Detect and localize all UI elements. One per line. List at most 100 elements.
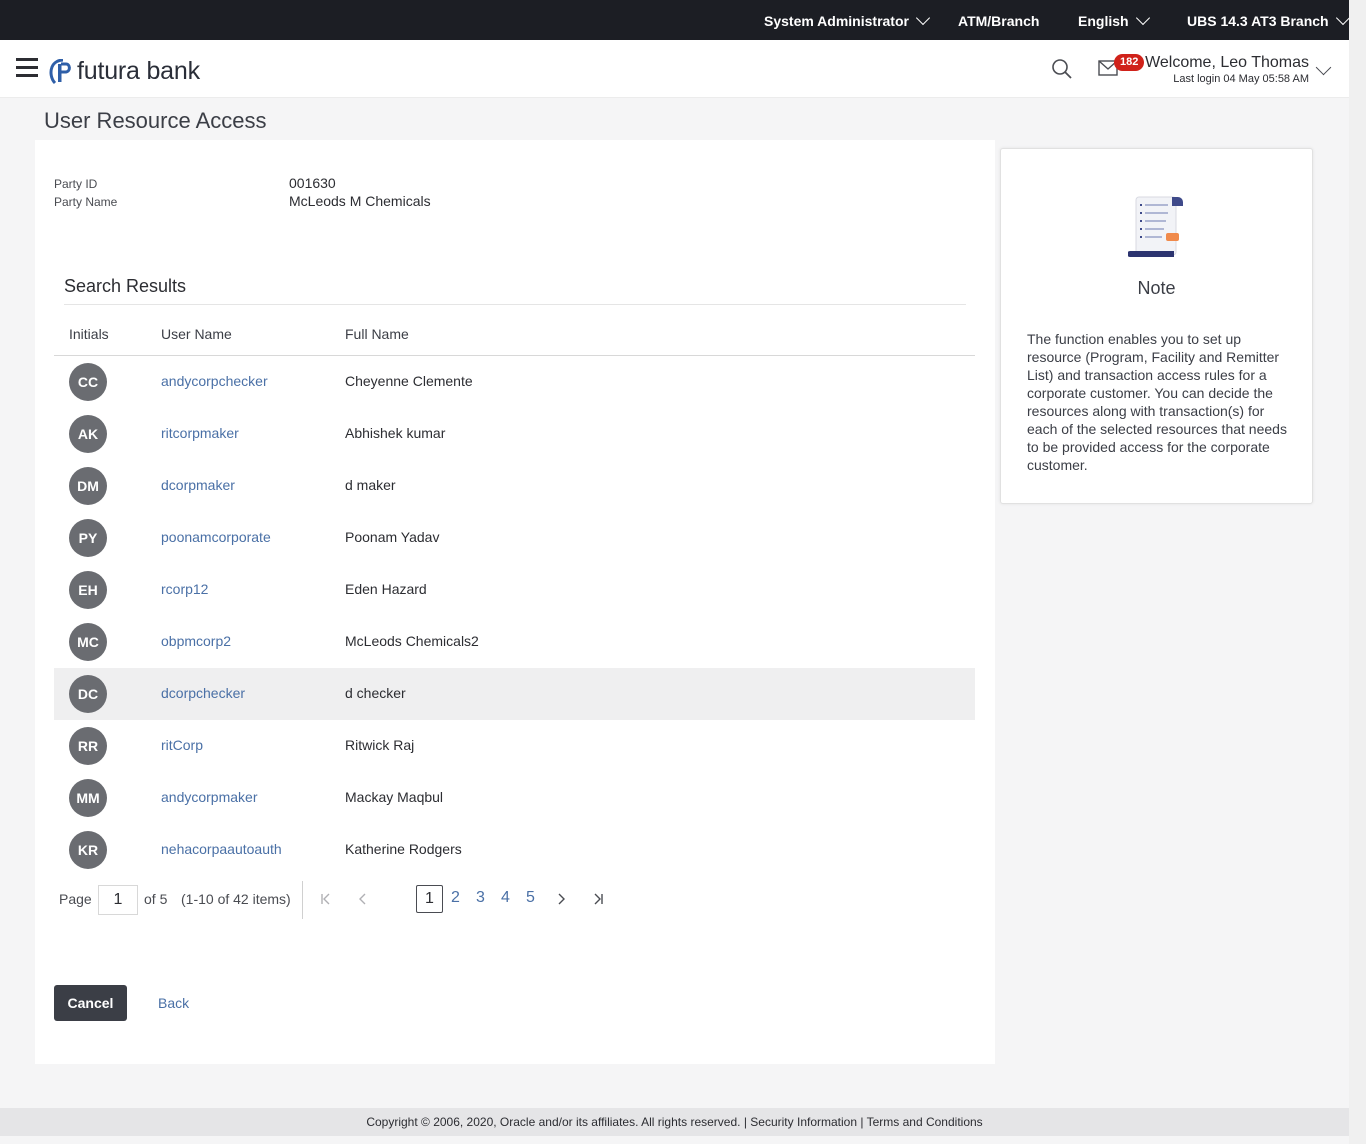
language-dropdown[interactable]: English xyxy=(1078,10,1150,29)
avatar: KR xyxy=(69,831,107,869)
first-page-icon[interactable] xyxy=(319,891,333,907)
page-number-4[interactable]: 4 xyxy=(501,889,510,907)
party-name-value: McLeods M Chemicals xyxy=(289,193,431,209)
chevron-down-icon xyxy=(1335,10,1350,25)
page-of-label: of 5 xyxy=(144,891,168,907)
role-label: System Administrator xyxy=(764,13,909,29)
avatar: PY xyxy=(69,519,107,557)
page-number-2[interactable]: 2 xyxy=(451,889,460,907)
username-link[interactable]: andycorpmaker xyxy=(161,789,258,805)
chevron-down-icon xyxy=(1135,10,1150,25)
full-name: Ritwick Raj xyxy=(345,737,415,753)
username-link[interactable]: dcorpchecker xyxy=(161,685,245,701)
username-link[interactable]: poonamcorporate xyxy=(161,529,271,545)
note-panel: Note The function enables you to set up … xyxy=(1000,148,1313,504)
page-number-3[interactable]: 3 xyxy=(476,889,485,907)
table-row: EH rcorp12 Eden Hazard xyxy=(54,564,975,616)
top-bar: System Administrator ATM/Branch English … xyxy=(0,0,1350,40)
table-row: RR ritCorp Ritwick Raj xyxy=(54,720,975,772)
table-header: Initials User Name Full Name xyxy=(54,316,975,356)
full-name: Poonam Yadav xyxy=(345,529,440,545)
avatar: CC xyxy=(69,363,107,401)
username-link[interactable]: dcorpmaker xyxy=(161,477,235,493)
full-name: Katherine Rodgers xyxy=(345,841,462,857)
cancel-button[interactable]: Cancel xyxy=(54,985,127,1021)
avatar: EH xyxy=(69,571,107,609)
avatar: MC xyxy=(69,623,107,661)
table-row: PY poonamcorporate Poonam Yadav xyxy=(54,512,975,564)
last-login-text: Last login 04 May 05:58 AM xyxy=(1173,73,1309,85)
avatar: DC xyxy=(69,675,107,713)
location-link[interactable]: ATM/Branch xyxy=(958,13,1039,29)
table-body: CC andycorpchecker Cheyenne Clemente AK … xyxy=(54,356,975,876)
prev-page-icon[interactable] xyxy=(356,891,370,907)
last-page-icon[interactable] xyxy=(591,891,605,907)
page-number-5[interactable]: 5 xyxy=(526,889,535,907)
full-name: d checker xyxy=(345,685,406,701)
username-link[interactable]: obpmcorp2 xyxy=(161,633,231,649)
location-label: ATM/Branch xyxy=(958,13,1040,29)
scrollbar[interactable] xyxy=(1349,0,1366,1144)
table-row: AK ritcorpmaker Abhishek kumar xyxy=(54,408,975,460)
bank-logo[interactable]: futura bank xyxy=(49,57,200,86)
search-icon[interactable] xyxy=(1051,58,1073,80)
full-name: McLeods Chemicals2 xyxy=(345,633,479,649)
copyright-text: Copyright © 2006, 2020, Oracle and/or it… xyxy=(366,1115,741,1129)
username-link[interactable]: ritCorp xyxy=(161,737,203,753)
username-link[interactable]: rcorp12 xyxy=(161,581,208,597)
username-link[interactable]: andycorpchecker xyxy=(161,373,268,389)
security-information-link[interactable]: Security Information xyxy=(750,1115,857,1129)
language-label: English xyxy=(1078,13,1129,29)
full-name: Eden Hazard xyxy=(345,581,427,597)
username-link[interactable]: nehacorpaautoauth xyxy=(161,841,282,857)
app-header: futura bank 182 Welcome, Leo Thomas Last… xyxy=(0,40,1349,98)
avatar: DM xyxy=(69,467,107,505)
footer-separator: | xyxy=(743,1115,747,1129)
items-count-label: (1-10 of 42 items) xyxy=(181,891,291,907)
document-note-icon xyxy=(1128,196,1183,257)
search-results-title: Search Results xyxy=(64,276,187,296)
futura-logo-icon xyxy=(49,58,71,84)
note-title: Note xyxy=(1137,278,1176,298)
table-row: MC obpmcorp2 McLeods Chemicals2 xyxy=(54,616,975,668)
note-text: The function enables you to set up resou… xyxy=(1027,331,1287,473)
page-number-1[interactable]: 1 xyxy=(416,885,443,913)
chevron-down-icon[interactable] xyxy=(1315,59,1332,76)
full-name: Mackay Maqbul xyxy=(345,789,444,805)
logo-text: futura bank xyxy=(77,57,200,85)
column-header-username: User Name xyxy=(161,326,232,342)
party-id-value: 001630 xyxy=(289,175,336,191)
branch-label: UBS 14.3 AT3 Branch xyxy=(1187,13,1329,29)
column-header-fullname: Full Name xyxy=(345,326,409,342)
welcome-text: Welcome, Leo Thomas xyxy=(1145,54,1309,71)
column-header-initials: Initials xyxy=(69,326,109,342)
table-row: CC andycorpchecker Cheyenne Clemente xyxy=(54,356,975,408)
avatar: AK xyxy=(69,415,107,453)
page-number-input[interactable] xyxy=(98,885,138,915)
avatar: RR xyxy=(69,727,107,765)
role-dropdown[interactable]: System Administrator xyxy=(764,10,931,29)
main-panel: Party ID 001630 Party Name McLeods M Che… xyxy=(35,140,995,1064)
party-name-label: Party Name xyxy=(54,195,118,209)
divider xyxy=(302,881,303,919)
table-row: DC dcorpchecker d checker xyxy=(54,668,975,720)
branch-dropdown[interactable]: UBS 14.3 AT3 Branch xyxy=(1187,10,1350,29)
table-row: KR nehacorpaautoauth Katherine Rodgers xyxy=(54,824,975,876)
mail-count-badge: 182 xyxy=(1114,54,1145,71)
page-footer: Copyright © 2006, 2020, Oracle and/or it… xyxy=(0,1108,1349,1136)
chevron-down-icon xyxy=(915,10,931,25)
back-link[interactable]: Back xyxy=(158,995,189,1011)
full-name: Abhishek kumar xyxy=(345,425,446,441)
party-id-label: Party ID xyxy=(54,177,98,191)
divider xyxy=(64,304,966,305)
user-menu[interactable]: Welcome, Leo Thomas Last login 04 May 05… xyxy=(1145,54,1309,85)
pagination: Page of 5 (1-10 of 42 items) 1 2 3 4 5 xyxy=(59,881,619,919)
terms-conditions-link[interactable]: Terms and Conditions xyxy=(867,1115,983,1129)
next-page-icon[interactable] xyxy=(554,891,568,907)
username-link[interactable]: ritcorpmaker xyxy=(161,425,239,441)
menu-icon[interactable] xyxy=(16,58,38,78)
page-title: User Resource Access xyxy=(44,108,267,133)
table-row: MM andycorpmaker Mackay Maqbul xyxy=(54,772,975,824)
avatar: MM xyxy=(69,779,107,817)
table-row: DM dcorpmaker d maker xyxy=(54,460,975,512)
